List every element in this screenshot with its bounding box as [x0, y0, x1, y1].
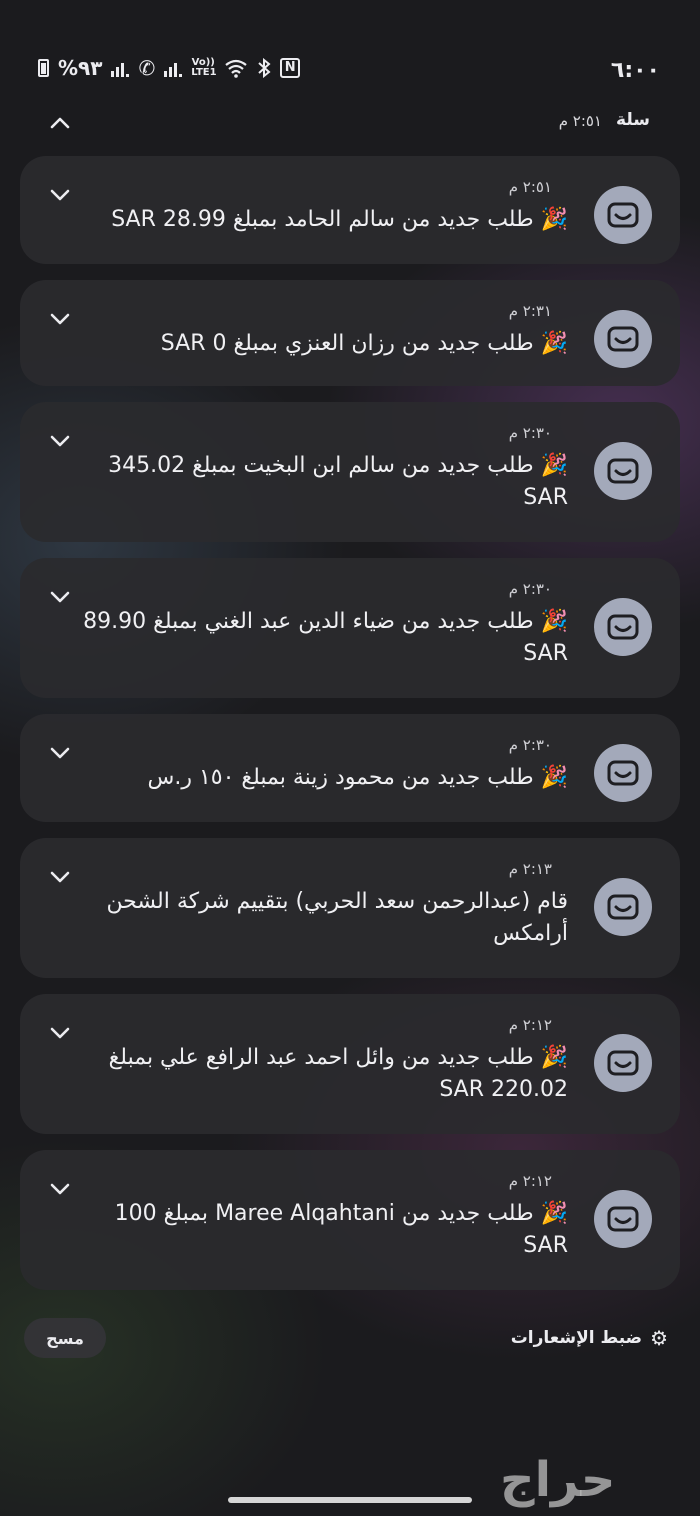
notification-card[interactable]: ٢:٣٠ م 🎉 طلب جديد من سالم ابن البخيت بمب…	[20, 402, 680, 542]
basket-icon	[607, 760, 639, 786]
chevron-down-icon[interactable]	[48, 430, 72, 452]
basket-icon	[607, 894, 639, 920]
notification-card[interactable]: ٢:١٣ م قام (عبدالرحمن سعد الحربي) بتقييم…	[20, 838, 680, 978]
basket-icon	[607, 614, 639, 640]
notification-time: ٢:٥١ م	[508, 178, 552, 196]
notification-text: 🎉 طلب جديد من رزان العنزي بمبلغ 0 SAR	[160, 331, 568, 356]
clear-button[interactable]: مسح	[24, 1318, 106, 1358]
chevron-down-icon[interactable]	[48, 1178, 72, 1200]
chevron-down-icon[interactable]	[48, 184, 72, 206]
notification-settings-button[interactable]: ⚙ ضبط الإشعارات	[511, 1326, 668, 1350]
chevron-down-icon[interactable]	[48, 1022, 72, 1044]
app-avatar	[594, 1034, 652, 1092]
app-avatar	[594, 598, 652, 656]
chevron-up-icon[interactable]	[46, 110, 74, 136]
gear-icon: ⚙	[650, 1326, 668, 1350]
notification-time: ٢:١٢ م	[508, 1172, 552, 1190]
app-avatar	[594, 1190, 652, 1248]
notification-text: 🎉 طلب جديد من سالم ابن البخيت بمبلغ 345.…	[108, 453, 568, 510]
notification-time: ٢:٣٠ م	[508, 424, 552, 442]
app-avatar	[594, 310, 652, 368]
app-avatar	[594, 744, 652, 802]
notification-time: ٢:٣٠ م	[508, 736, 552, 754]
notification-time: ٢:١٣ م	[508, 860, 552, 878]
status-icons: %٩٣ ✆ Vo)) LTE1 N	[38, 56, 301, 80]
notification-text: 🎉 طلب جديد من Maree Alqahtani بمبلغ 100 …	[114, 1201, 568, 1258]
notification-time: ٢:٣١ م	[508, 302, 552, 320]
app-avatar	[594, 186, 652, 244]
chevron-down-icon[interactable]	[48, 866, 72, 888]
notification-text: 🎉 طلب جديد من ضياء الدين عبد الغني بمبلغ…	[83, 609, 568, 666]
notification-time: ٢:١٢ م	[508, 1016, 552, 1034]
status-time: ٦:٠٠	[610, 58, 660, 83]
home-indicator[interactable]	[228, 1497, 472, 1503]
notification-card[interactable]: ٢:١٢ م 🎉 طلب جديد من وائل احمد عبد الراف…	[20, 994, 680, 1134]
wifi-icon	[225, 59, 247, 78]
signal-icon	[164, 59, 183, 77]
header-time: ٢:٥١ م	[558, 112, 602, 130]
notification-card[interactable]: ٢:٣٠ م 🎉 طلب جديد من محمود زينة بمبلغ ١٥…	[20, 714, 680, 822]
notification-card[interactable]: ٢:٣١ م 🎉 طلب جديد من رزان العنزي بمبلغ 0…	[20, 280, 680, 386]
app-avatar	[594, 878, 652, 936]
app-avatar	[594, 442, 652, 500]
wifi-calling-icon: ✆	[138, 56, 156, 80]
chevron-down-icon[interactable]	[48, 742, 72, 764]
notification-card[interactable]: ٢:٥١ م 🎉 طلب جديد من سالم الحامد بمبلغ 2…	[20, 156, 680, 264]
volte-icon: Vo)) LTE1	[191, 57, 217, 78]
nfc-icon: N	[280, 58, 301, 78]
basket-icon	[607, 202, 639, 228]
notification-text: قام (عبدالرحمن سعد الحربي) بتقييم شركة ا…	[106, 889, 568, 946]
basket-icon	[607, 326, 639, 352]
bluetooth-icon	[258, 58, 271, 78]
app-name: سلة	[616, 110, 650, 130]
basket-icon	[607, 458, 639, 484]
notification-card[interactable]: ٢:١٢ م 🎉 طلب جديد من Maree Alqahtani بمب…	[20, 1150, 680, 1290]
chevron-down-icon[interactable]	[48, 308, 72, 330]
chevron-down-icon[interactable]	[48, 586, 72, 608]
status-bar: %٩٣ ✆ Vo)) LTE1 N ٦:٠٠	[0, 52, 700, 88]
signal-icon	[111, 59, 130, 77]
notification-card[interactable]: ٢:٣٠ م 🎉 طلب جديد من ضياء الدين عبد الغن…	[20, 558, 680, 698]
notification-settings-label: ضبط الإشعارات	[510, 1328, 643, 1348]
notification-text: 🎉 طلب جديد من وائل احمد عبد الرافع علي ب…	[108, 1045, 568, 1102]
notification-time: ٢:٣٠ م	[508, 580, 552, 598]
basket-icon	[607, 1050, 639, 1076]
battery-icon	[38, 59, 49, 77]
notification-group-header[interactable]: سلة ٢:٥١ م	[0, 108, 700, 138]
basket-icon	[607, 1206, 639, 1232]
notification-text: 🎉 طلب جديد من محمود زينة بمبلغ ١٥٠ ر.س	[147, 765, 568, 790]
haraj-watermark: حراج	[500, 1452, 616, 1508]
battery-percent: %٩٣	[58, 56, 103, 80]
notification-text: 🎉 طلب جديد من سالم الحامد بمبلغ 28.99 SA…	[111, 207, 568, 232]
